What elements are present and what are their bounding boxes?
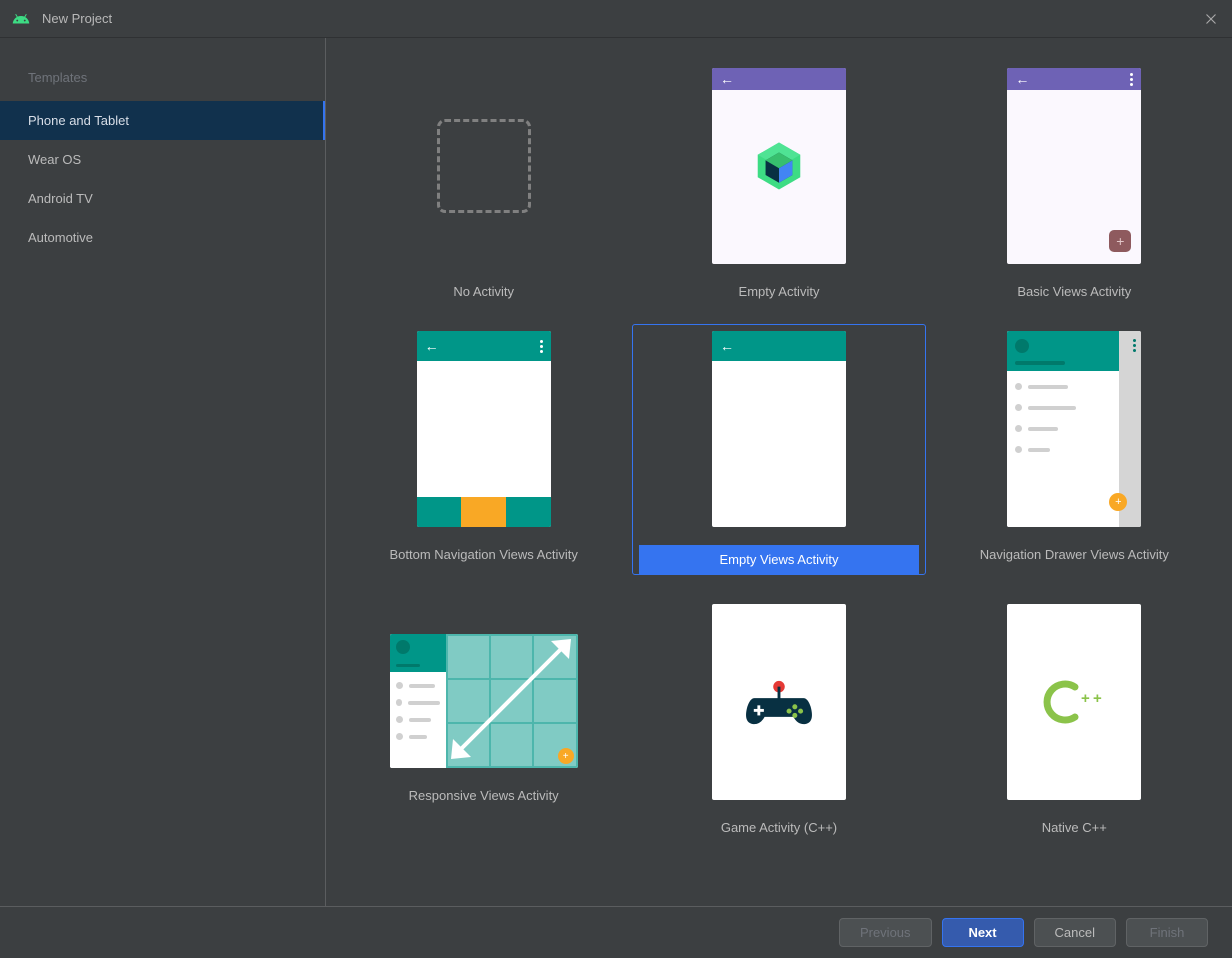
- next-button[interactable]: Next: [942, 918, 1024, 947]
- back-arrow-icon: ←: [1015, 72, 1029, 86]
- sidebar-item-wear-os[interactable]: Wear OS: [0, 140, 325, 179]
- avatar-icon: [396, 640, 410, 654]
- template-bottom-navigation-views[interactable]: ← Bottom Navigation Views Activity: [338, 325, 629, 574]
- template-empty-views-activity[interactable]: ← Empty Views Activity: [633, 325, 924, 574]
- template-label: Responsive Views Activity: [409, 788, 559, 803]
- template-thumbnail: ← +: [1007, 68, 1141, 264]
- jetpack-compose-icon: [751, 138, 807, 194]
- appbar-preview: ←: [712, 331, 846, 361]
- template-thumbnail: +: [1007, 331, 1141, 527]
- template-label: Empty Activity: [739, 284, 820, 299]
- template-responsive-views[interactable]: + Responsive Views Activity: [338, 628, 629, 837]
- template-game-activity-cpp[interactable]: Game Activity (C++): [633, 598, 924, 837]
- sidebar-item-phone-tablet[interactable]: Phone and Tablet: [0, 101, 325, 140]
- appbar-preview: ←: [1007, 68, 1141, 90]
- appbar-preview: ←: [417, 331, 551, 361]
- template-label: Bottom Navigation Views Activity: [389, 547, 577, 562]
- window-title: New Project: [42, 11, 1202, 26]
- sidebar-item-label: Automotive: [28, 230, 93, 245]
- svg-text:+: +: [1093, 690, 1102, 707]
- back-arrow-icon: ←: [720, 339, 734, 353]
- sidebar-item-label: Wear OS: [28, 152, 81, 167]
- back-arrow-icon: ←: [720, 72, 734, 86]
- template-navigation-drawer-views[interactable]: + Navigation Drawer Views Activity: [929, 325, 1220, 574]
- gamepad-icon: [743, 678, 815, 726]
- bottom-nav-preview: [417, 497, 551, 527]
- back-arrow-icon: ←: [425, 339, 439, 353]
- empty-box-icon: [437, 119, 531, 213]
- drawer-panel-preview: +: [1007, 331, 1119, 527]
- footer: Previous Next Cancel Finish: [0, 906, 1232, 958]
- template-thumbnail: ←: [712, 331, 846, 527]
- appbar-preview: ←: [712, 68, 846, 90]
- sidebar-item-android-tv[interactable]: Android TV: [0, 179, 325, 218]
- template-thumbnail: [417, 68, 551, 264]
- cpp-icon: + +: [1039, 679, 1109, 725]
- template-empty-activity[interactable]: ← Empty Activity: [633, 62, 924, 301]
- template-label: No Activity: [453, 284, 514, 299]
- template-basic-views-activity[interactable]: ← + Basic Views Activity: [929, 62, 1220, 301]
- sidebar-item-automotive[interactable]: Automotive: [0, 218, 325, 257]
- templates-panel: No Activity ←: [326, 38, 1232, 906]
- template-thumbnail: ←: [712, 68, 846, 264]
- template-label: Empty Views Activity: [639, 545, 918, 574]
- sidebar-item-label: Android TV: [28, 191, 93, 206]
- kebab-icon: [1133, 339, 1136, 352]
- template-thumbnail: + +: [1007, 604, 1141, 800]
- kebab-icon: [1130, 73, 1133, 86]
- template-thumbnail: [712, 604, 846, 800]
- template-native-cpp[interactable]: + + Native C++: [929, 598, 1220, 837]
- titlebar: New Project: [0, 0, 1232, 38]
- template-label: Navigation Drawer Views Activity: [980, 547, 1169, 562]
- previous-button[interactable]: Previous: [839, 918, 932, 947]
- svg-text:+: +: [1081, 690, 1090, 707]
- cancel-button[interactable]: Cancel: [1034, 918, 1116, 947]
- sidebar-item-label: Phone and Tablet: [28, 113, 129, 128]
- finish-button[interactable]: Finish: [1126, 918, 1208, 947]
- fab-icon: +: [558, 748, 574, 764]
- fab-icon: +: [1109, 230, 1131, 252]
- avatar-icon: [1015, 339, 1029, 353]
- close-icon[interactable]: [1202, 10, 1220, 28]
- android-logo-icon: [12, 10, 30, 28]
- sidebar-header: Templates: [0, 62, 325, 101]
- kebab-icon: [540, 340, 543, 353]
- template-label: Native C++: [1042, 820, 1107, 835]
- template-label: Game Activity (C++): [721, 820, 837, 835]
- template-thumbnail: +: [390, 634, 578, 768]
- template-label: Basic Views Activity: [1017, 284, 1131, 299]
- template-thumbnail: ←: [417, 331, 551, 527]
- sidebar: Templates Phone and Tablet Wear OS Andro…: [0, 38, 326, 906]
- template-no-activity[interactable]: No Activity: [338, 62, 629, 301]
